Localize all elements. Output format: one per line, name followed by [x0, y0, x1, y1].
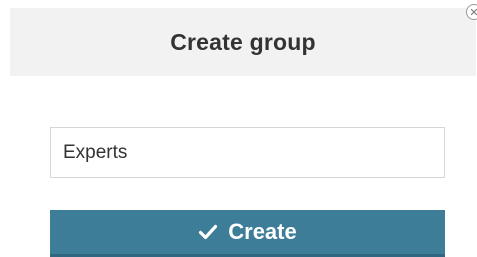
group-name-input[interactable]	[50, 127, 445, 178]
checkmark-icon	[199, 224, 218, 240]
create-button[interactable]: Create	[50, 210, 445, 257]
close-icon[interactable]: ✕	[466, 4, 477, 20]
create-button-label: Create	[228, 219, 297, 244]
create-group-dialog: Create group ✕ Create	[0, 0, 477, 257]
dialog-header: Create group ✕	[10, 4, 477, 76]
dialog-title: Create group	[170, 28, 316, 55]
